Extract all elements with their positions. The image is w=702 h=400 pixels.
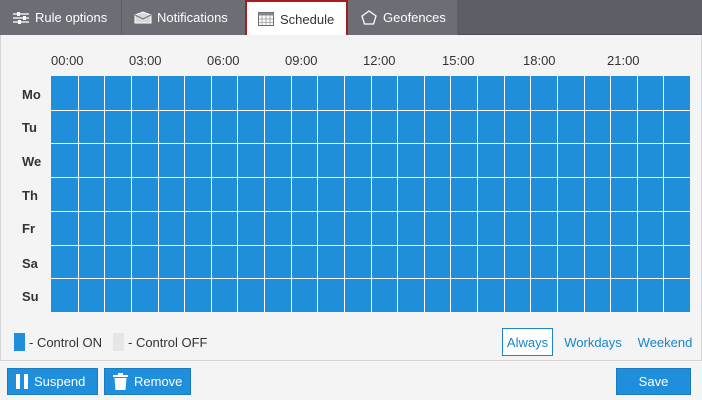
day-label: Sa [22, 256, 38, 271]
envelope-icon [134, 11, 152, 25]
grid-column-divider [477, 76, 478, 312]
day-label: Tu [22, 120, 37, 135]
tab-schedule-label: Schedule [280, 11, 335, 27]
grid-column-divider [424, 76, 425, 312]
schedule-grid[interactable] [51, 76, 690, 312]
grid-row-divider [51, 245, 690, 246]
control-on-swatch [14, 333, 25, 351]
grid-column-divider [184, 76, 185, 312]
suspend-label: Suspend [34, 374, 86, 389]
grid-row-divider [51, 110, 690, 111]
tab-notifications[interactable]: Notifications [122, 0, 246, 35]
grid-column-divider [663, 76, 664, 312]
control-off-swatch [113, 333, 124, 351]
grid-column-divider [450, 76, 451, 312]
grid-column-divider [264, 76, 265, 312]
control-off-label: - Control OFF [128, 335, 208, 350]
calendar-icon [257, 12, 275, 26]
hour-label: 21:00 [607, 53, 640, 68]
grid-column-divider [610, 76, 611, 312]
pause-icon [16, 374, 28, 389]
trash-icon [113, 373, 128, 390]
hour-label: 15:00 [442, 53, 475, 68]
day-label: We [22, 154, 42, 169]
hour-label: 00:00 [51, 53, 84, 68]
hour-label: 09:00 [285, 53, 318, 68]
grid-column-divider [371, 76, 372, 312]
grid-row-divider [51, 143, 690, 144]
sliders-icon [12, 11, 30, 25]
grid-column-divider [211, 76, 212, 312]
grid-row-divider [51, 211, 690, 212]
grid-row-divider [51, 278, 690, 279]
remove-label: Remove [134, 374, 183, 389]
save-label: Save [638, 374, 669, 389]
grid-column-divider [317, 76, 318, 312]
tab-notifications-label: Notifications [157, 10, 228, 25]
grid-column-divider [584, 76, 585, 312]
tab-schedule[interactable]: Schedule [245, 0, 348, 36]
grid-column-divider [78, 76, 79, 312]
tab-geofences[interactable]: Geofences [348, 0, 458, 35]
suspend-button[interactable]: Suspend [7, 368, 98, 395]
hour-label: 18:00 [523, 53, 556, 68]
grid-column-divider [131, 76, 132, 312]
grid-column-divider [237, 76, 238, 312]
tab-rule-options-label: Rule options [35, 10, 108, 25]
day-label: Su [22, 289, 39, 304]
grid-column-divider [104, 76, 105, 312]
day-label: Th [22, 188, 38, 203]
tab-geofences-label: Geofences [383, 10, 446, 25]
grid-column-divider [637, 76, 638, 312]
preset-always[interactable]: Always [502, 328, 553, 356]
day-label: Fr [22, 221, 35, 236]
hour-label: 12:00 [363, 53, 396, 68]
save-button[interactable]: Save [616, 368, 691, 395]
grid-column-divider [557, 76, 558, 312]
grid-column-divider [504, 76, 505, 312]
tab-rule-options[interactable]: Rule options [0, 0, 122, 35]
pentagon-icon [360, 10, 378, 25]
grid-column-divider [158, 76, 159, 312]
preset-workdays[interactable]: Workdays [559, 328, 627, 356]
grid-row-divider [51, 177, 690, 178]
grid-column-divider [397, 76, 398, 312]
remove-button[interactable]: Remove [104, 368, 191, 395]
hour-label: 06:00 [207, 53, 240, 68]
hour-label: 03:00 [129, 53, 162, 68]
preset-weekend[interactable]: Weekend [633, 328, 697, 356]
control-on-label: - Control ON [29, 335, 102, 350]
grid-column-divider [291, 76, 292, 312]
day-label: Mo [22, 87, 41, 102]
grid-column-divider [344, 76, 345, 312]
grid-column-divider [530, 76, 531, 312]
